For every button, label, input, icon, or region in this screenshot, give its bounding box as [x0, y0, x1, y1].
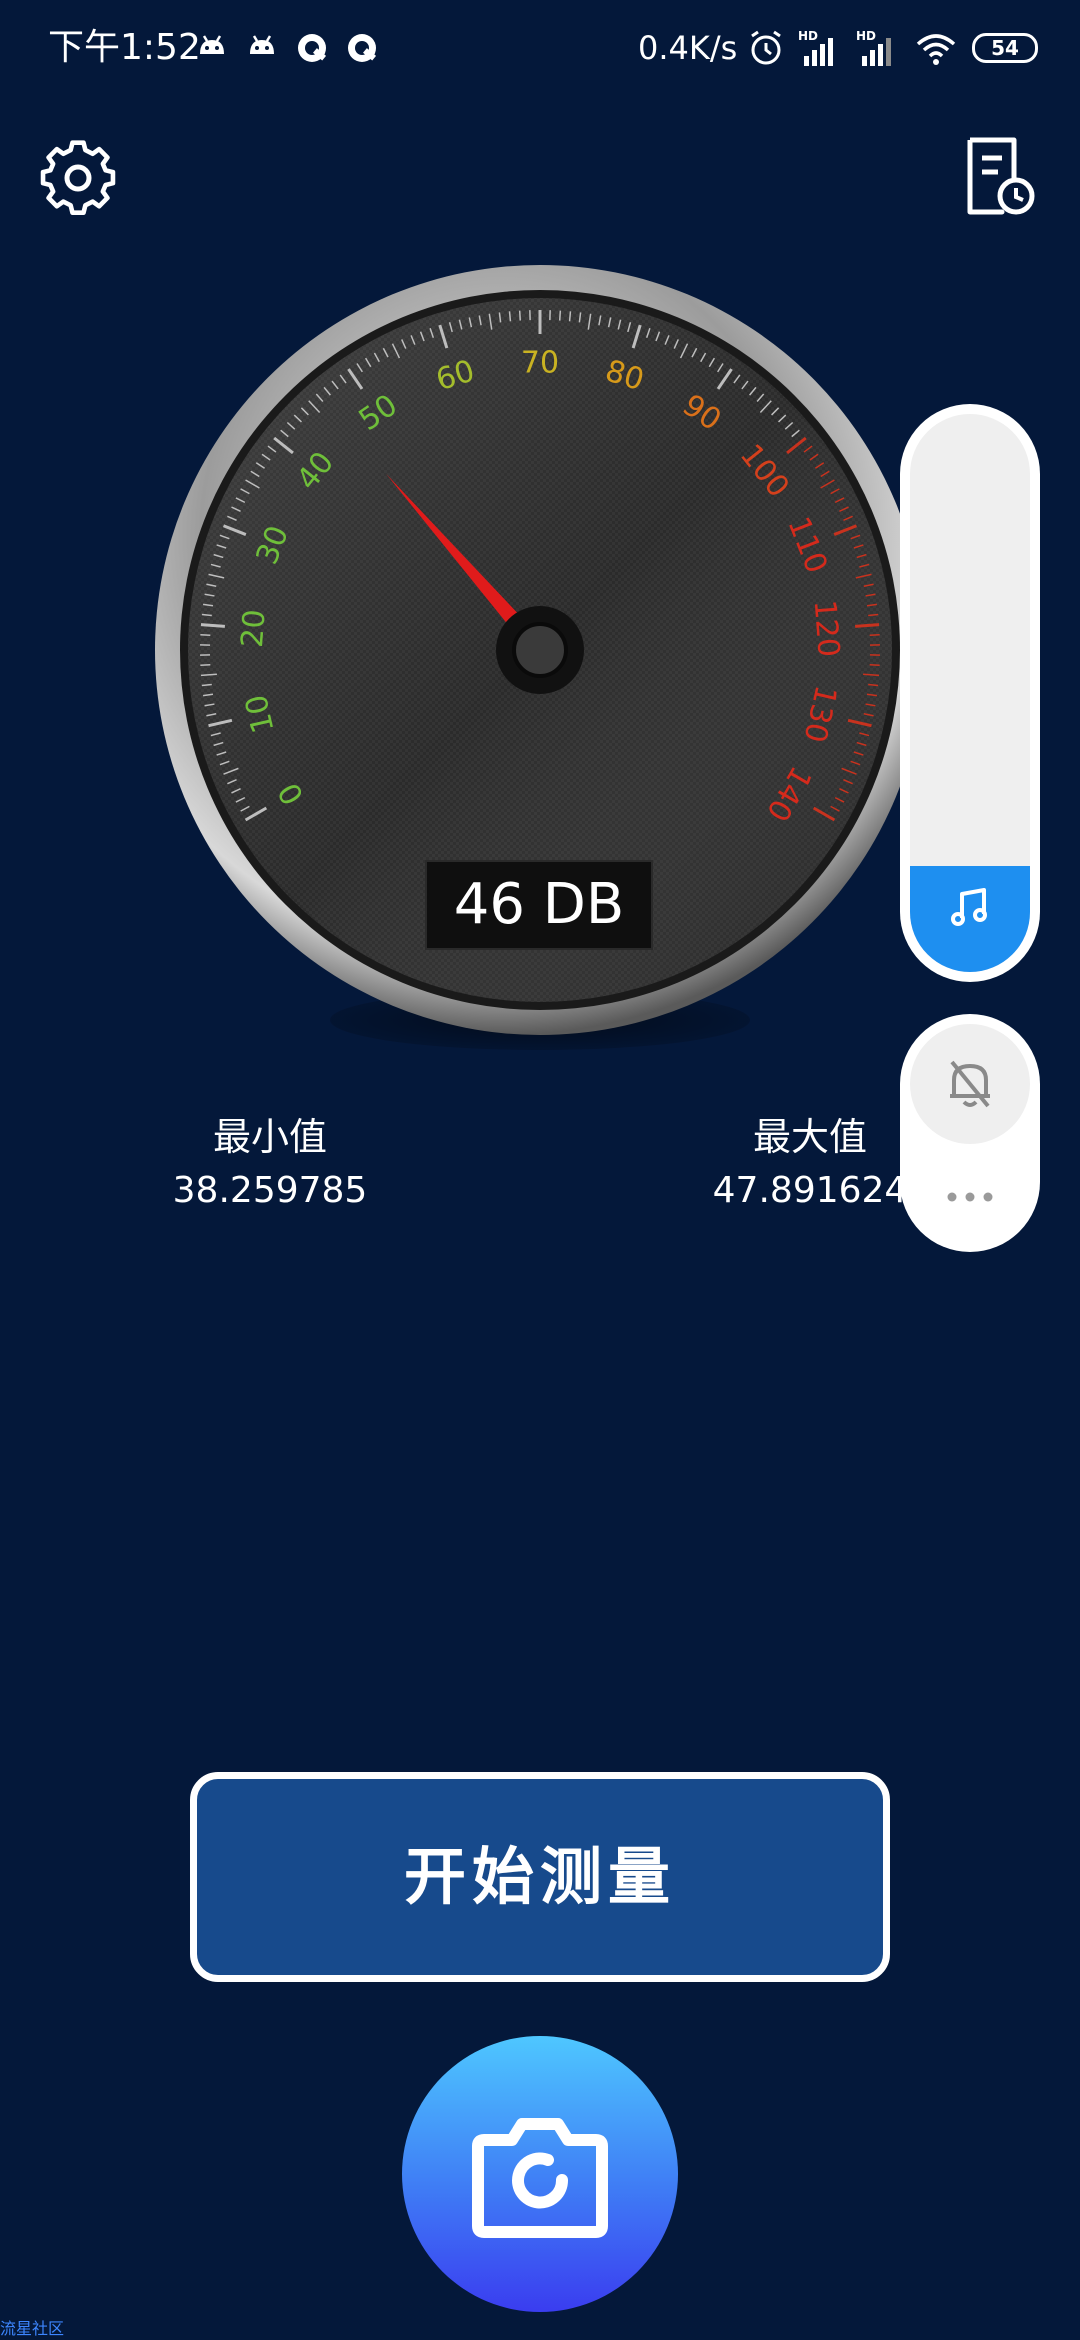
gauge-tick: [201, 683, 212, 687]
gauge-tick-label: 70: [521, 346, 559, 381]
q-app-icon: [298, 34, 327, 62]
app-root: 下午1:52 0.4K/s HD HD 54 0 10 20 30 40 50 …: [0, 0, 1080, 2340]
status-bar: 下午1:52 0.4K/s HD HD 54: [0, 0, 1080, 100]
gauge-tick-label: 120: [807, 599, 846, 659]
max-label: 最大值: [752, 1115, 867, 1159]
gauge-tick: [855, 623, 880, 628]
gauge-tick: [508, 311, 512, 322]
needle-hub: [512, 622, 568, 678]
gauge-tick: [518, 310, 522, 321]
gauge-tick-label: 20: [235, 608, 273, 649]
min-value: 38.259785: [172, 1170, 368, 1211]
gauge-tick: [868, 683, 879, 687]
android-icon: [200, 35, 224, 54]
max-stat: 最大值 47.891624: [690, 1110, 930, 1216]
silent-mode-button[interactable]: [910, 1024, 1030, 1144]
min-label: 最小值: [212, 1115, 327, 1159]
hd-label: HD: [798, 29, 818, 43]
wifi-icon: [916, 34, 956, 65]
ringer-panel: [900, 1014, 1040, 1252]
status-notification-icons: [192, 28, 382, 72]
signal-icon: HD: [798, 29, 833, 66]
q-app-icon: [348, 34, 377, 62]
gear-icon: [40, 140, 116, 215]
status-system-icons: HD HD 54: [748, 26, 1038, 70]
history-button[interactable]: [962, 134, 1038, 218]
gauge-tick: [568, 311, 572, 322]
bell-off-icon: [950, 1060, 990, 1108]
android-icon: [250, 35, 274, 54]
current-reading: 46 DB: [425, 860, 653, 950]
alarm-icon: [751, 30, 781, 65]
gauge-tick: [558, 310, 562, 321]
more-button[interactable]: [930, 1174, 1010, 1234]
status-time: 下午1:52: [48, 27, 201, 68]
network-speed: 0.4K/s: [638, 29, 738, 67]
volume-panel: [900, 404, 1040, 982]
camera-button[interactable]: [402, 2036, 678, 2312]
hd-label: HD: [856, 29, 876, 43]
settings-button[interactable]: [36, 136, 120, 220]
history-icon: [967, 137, 1035, 215]
watermark: 流星社区: [0, 2319, 65, 2338]
gauge-tick: [200, 623, 225, 628]
min-stat: 最小值 38.259785: [150, 1110, 390, 1216]
camera-icon: [472, 2118, 608, 2238]
volume-slider[interactable]: [910, 414, 1030, 972]
battery-level: 54: [991, 36, 1019, 60]
battery-icon: 54: [972, 33, 1038, 63]
max-value: 47.891624: [712, 1170, 908, 1211]
gauge-tick: [201, 613, 212, 617]
start-measure-button[interactable]: 开始测量: [190, 1772, 890, 1982]
gauge-tick: [868, 613, 879, 617]
more-dots-icon: [947, 1192, 993, 1202]
music-note-icon: [951, 888, 987, 926]
signal-icon: HD: [856, 29, 891, 66]
